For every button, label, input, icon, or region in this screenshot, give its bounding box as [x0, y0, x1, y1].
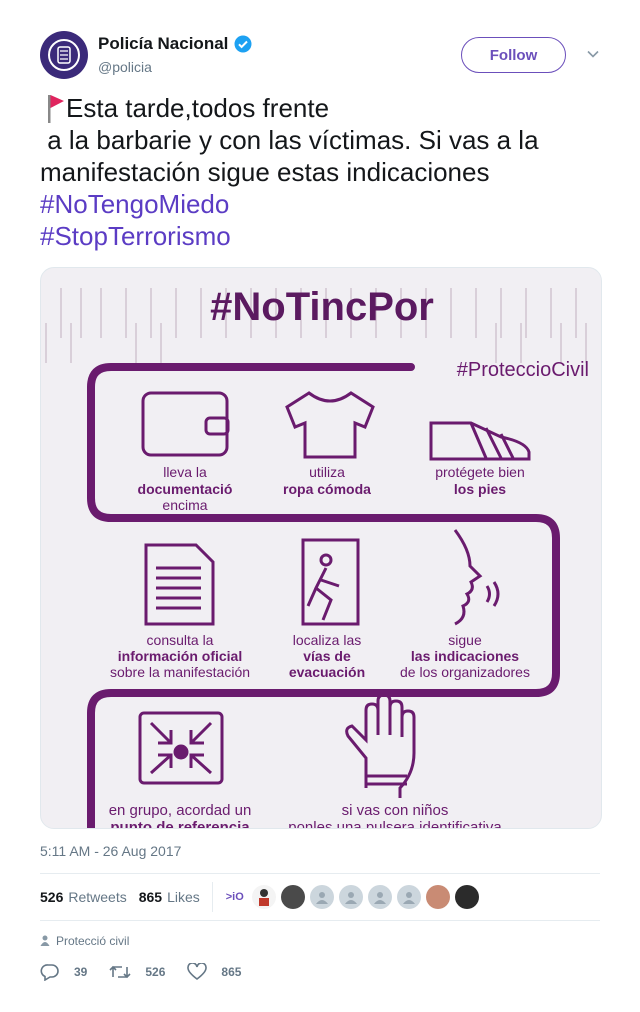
reply-icon: [40, 964, 59, 981]
account-handle[interactable]: @policia: [98, 59, 152, 75]
reply-count: 39: [74, 965, 88, 979]
item-3-line-1: protégete bien: [435, 464, 525, 480]
avatar[interactable]: [367, 885, 392, 909]
speaking-face-icon: [453, 529, 500, 626]
item-7-line-1: en grupo, acordad un: [109, 802, 252, 819]
avatar[interactable]: [338, 885, 363, 909]
likes-count: 865: [138, 889, 163, 905]
item-5-line-1: localiza las: [293, 632, 361, 648]
tweet-line-3: manifestación sigue estas indicaciones: [40, 157, 490, 187]
item-5-line-2: vías de: [303, 648, 351, 664]
tweet-actions: 39 526 865: [40, 961, 263, 983]
avatar[interactable]: [280, 885, 305, 909]
tweet-header: Policía Nacional @policia Follow: [40, 31, 600, 81]
item-1-line-3: encima: [162, 497, 207, 513]
likes-stat[interactable]: 865 Likes: [139, 889, 200, 905]
retweets-count: 526: [40, 889, 64, 905]
item-1-line-2: documentació: [138, 481, 233, 497]
item-4-line-2: información oficial: [118, 648, 242, 664]
location-person-icon: [40, 935, 50, 946]
hand-bracelet-icon: [345, 693, 416, 798]
retweets-stat[interactable]: 526 Retweets: [40, 889, 127, 905]
meeting-point-icon: [138, 711, 224, 785]
retweet-count: 526: [145, 965, 166, 979]
like-count: 865: [221, 965, 242, 979]
item-7-line-2: punto de referencia: [110, 819, 250, 829]
document-icon: [144, 543, 215, 626]
tweet-timestamp[interactable]: 5:11 AM - 26 Aug 2017: [40, 843, 181, 859]
avatar[interactable]: >iO: [222, 885, 247, 909]
hashtag-link[interactable]: #StopTerrorismo: [40, 220, 600, 252]
shirt-icon: [285, 391, 375, 459]
verified-badge-icon: [234, 35, 252, 53]
infographic-title: #NoTincPor: [210, 285, 434, 329]
shoe-icon: [429, 421, 531, 461]
account-name[interactable]: Policía Nacional: [98, 34, 252, 54]
item-4-line-1: consulta la: [147, 632, 214, 648]
avatar[interactable]: [454, 885, 479, 909]
avatar[interactable]: [251, 885, 276, 909]
avatar[interactable]: [309, 885, 334, 909]
retweets-label: Retweets: [68, 889, 127, 905]
tweet-image[interactable]: #NoTincPor #ProteccioCivil lleva la docu…: [40, 267, 602, 829]
tweet-line-2: a la barbarie y con las víctimas. Si vas…: [40, 125, 539, 155]
infographic-tag: #ProteccioCivil: [457, 359, 589, 381]
like-button[interactable]: 865: [187, 963, 241, 981]
tweet-text: Esta tarde,todos frente a la barbarie y …: [40, 92, 600, 252]
infographic: #NoTincPor #ProteccioCivil lleva la docu…: [45, 285, 589, 829]
avatar[interactable]: [396, 885, 421, 909]
police-badge-icon: [48, 39, 80, 71]
tweet-place[interactable]: Protecció civil: [40, 934, 129, 948]
item-1-line-1: lleva la: [163, 464, 207, 480]
red-flag-icon: [48, 95, 64, 123]
item-8-line-1: si vas con niños: [342, 802, 449, 819]
place-name: Protecció civil: [56, 934, 130, 948]
item-2-line-1: utiliza: [309, 464, 345, 480]
stats-divider: [211, 882, 213, 912]
avatar[interactable]: [40, 31, 88, 79]
reply-button[interactable]: 39: [40, 963, 87, 981]
avatar[interactable]: [425, 885, 450, 909]
liker-avatars: >iO: [222, 885, 484, 909]
item-2-line-2: ropa cómoda: [283, 481, 371, 497]
emergency-exit-icon: [301, 538, 360, 626]
tweet-line-1: Esta tarde,todos frente: [40, 92, 600, 124]
chevron-down-icon[interactable]: [586, 47, 600, 61]
tweet-stats: 526 Retweets 865 Likes >iO: [40, 873, 600, 921]
wallet-icon: [141, 391, 230, 457]
heart-icon: [187, 963, 208, 981]
account-name-text[interactable]: Policía Nacional: [98, 34, 228, 54]
retweet-button[interactable]: 526: [109, 963, 165, 981]
item-6-line-2: las indicaciones: [411, 648, 519, 664]
item-8-line-2: ponles una pulsera identificativa: [288, 819, 502, 829]
item-3-line-2: los pies: [454, 481, 506, 497]
retweet-icon: [109, 965, 131, 979]
item-6-line-3: de los organizadores: [400, 664, 530, 680]
tweet-line-1-text: Esta tarde,todos frente: [66, 93, 330, 123]
follow-button[interactable]: Follow: [461, 37, 566, 73]
item-4-line-3: sobre la manifestación: [110, 664, 250, 680]
likes-label: Likes: [167, 889, 200, 905]
hashtag-link[interactable]: #NoTengoMiedo: [40, 188, 600, 220]
item-6-line-1: sigue: [448, 632, 482, 648]
item-5-line-3: evacuación: [289, 664, 365, 680]
